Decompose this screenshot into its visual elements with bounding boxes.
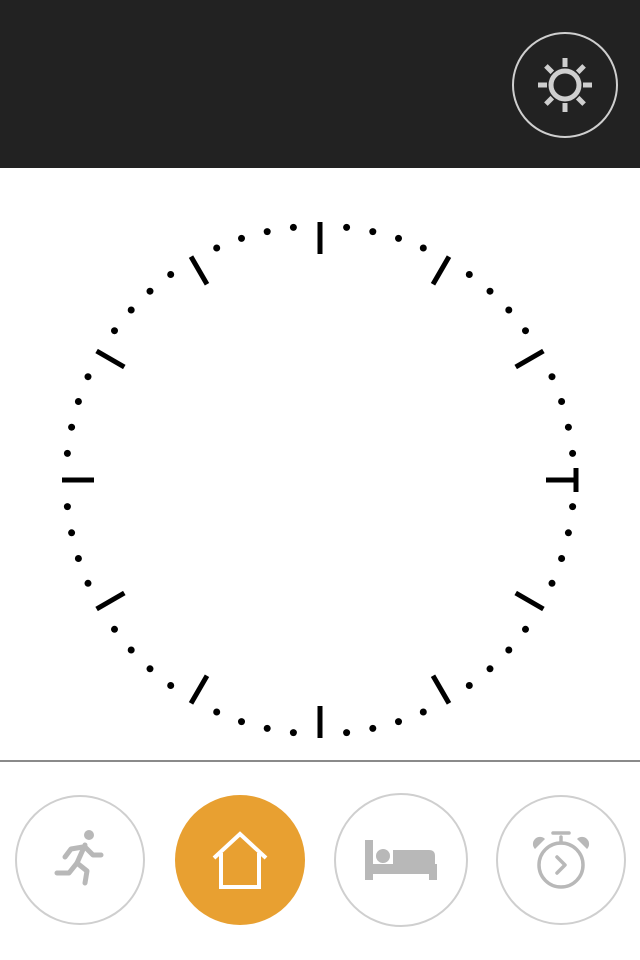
minute-mark	[465, 682, 473, 689]
minute-mark	[263, 724, 271, 732]
minute-mark	[84, 579, 92, 587]
minute-mark	[289, 729, 297, 737]
minute-mark	[84, 373, 92, 381]
minute-mark	[343, 223, 351, 231]
running-person-icon	[45, 825, 115, 895]
minute-mark	[343, 729, 351, 737]
hour-mark	[514, 590, 545, 612]
stopwatch-icon	[529, 825, 593, 895]
minute-mark	[564, 423, 572, 431]
minute-mark	[369, 724, 377, 732]
hour-mark	[514, 348, 545, 370]
minute-mark	[558, 555, 566, 562]
minute-mark	[111, 625, 118, 633]
minute-mark	[263, 228, 271, 236]
activity-mode-button[interactable]	[15, 795, 145, 925]
hour-mark	[95, 348, 126, 370]
minute-mark	[548, 373, 556, 381]
clock-dial	[62, 222, 579, 738]
minute-mark	[505, 306, 513, 314]
minute-mark	[74, 398, 82, 405]
minute-mark	[558, 398, 566, 405]
minute-mark	[548, 579, 556, 587]
minute-mark	[395, 234, 402, 242]
settings-button[interactable]	[512, 32, 618, 138]
minute-mark	[395, 718, 402, 726]
minute-mark	[63, 449, 71, 457]
minute-mark	[74, 555, 82, 562]
minute-mark	[569, 503, 577, 511]
top-bar	[0, 0, 640, 168]
minute-mark	[522, 625, 529, 633]
clock-face	[0, 168, 640, 760]
minute-mark	[564, 529, 572, 537]
minute-mark	[419, 244, 427, 252]
timer-mode-button[interactable]	[496, 795, 626, 925]
minute-mark	[419, 708, 427, 716]
hour-mark	[430, 674, 452, 705]
minute-mark	[486, 665, 494, 673]
minute-mark	[146, 665, 154, 673]
minute-mark	[127, 646, 135, 654]
minute-mark	[369, 228, 377, 236]
bed-icon	[361, 830, 441, 890]
hour-mark	[188, 255, 210, 286]
minute-mark	[213, 708, 221, 716]
minute-mark	[522, 327, 529, 335]
minute-mark	[111, 327, 118, 335]
minute-mark	[146, 287, 154, 295]
house-icon	[205, 825, 275, 895]
minute-mark	[569, 449, 577, 457]
minute-mark	[486, 287, 494, 295]
hour-mark	[188, 674, 210, 705]
minute-mark	[289, 223, 297, 231]
gear-icon	[535, 55, 595, 115]
minute-mark	[167, 682, 175, 689]
minute-mark	[238, 234, 245, 242]
minute-mark	[167, 271, 175, 278]
minute-mark	[127, 306, 135, 314]
mode-bar	[0, 762, 640, 960]
minute-mark	[238, 718, 245, 726]
minute-mark	[505, 646, 513, 654]
minute-mark	[213, 244, 221, 252]
home-mode-button[interactable]	[175, 795, 305, 925]
hour-mark	[430, 255, 452, 286]
minute-mark	[465, 271, 473, 278]
minute-mark	[63, 503, 71, 511]
minute-mark	[68, 529, 76, 537]
hour-mark	[95, 590, 126, 612]
sleep-mode-button[interactable]	[334, 793, 468, 927]
minute-mark	[68, 423, 76, 431]
